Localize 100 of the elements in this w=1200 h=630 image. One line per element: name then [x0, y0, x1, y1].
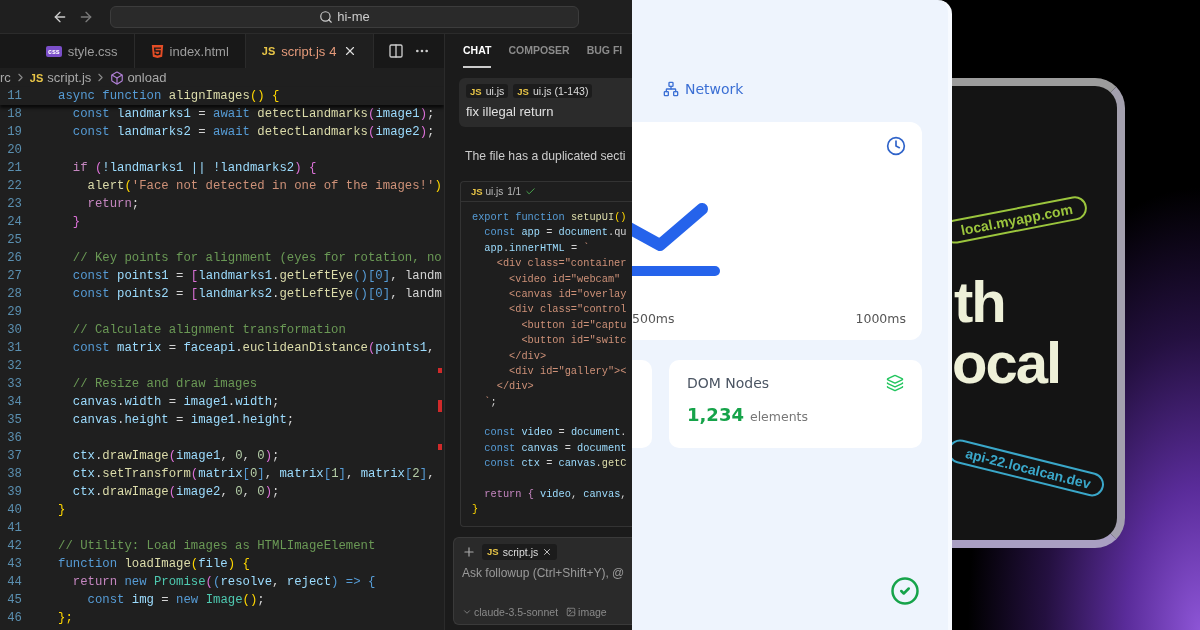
stat-value: 1,234	[687, 404, 744, 425]
split-editor-button[interactable]	[388, 43, 404, 59]
code-line: <div class="control	[508, 303, 627, 316]
editor-tab[interactable]: JS script.js 4	[245, 34, 374, 68]
code-line: <video id="webcam"	[508, 272, 621, 285]
code-line: const landmarks2 = await detectLandmarks(image2);	[71, 124, 435, 141]
search-field[interactable]: hi-me	[110, 5, 579, 28]
code-line: alert('Face not detected in one of the images!')	[86, 178, 442, 195]
line-number: 23	[6, 196, 22, 213]
code-line: function loadImage(file) {	[58, 556, 250, 573]
line-number: 22	[6, 178, 22, 195]
line-number: 33	[6, 376, 22, 393]
code-line: // Resize and draw images	[71, 376, 258, 393]
cube-icon	[110, 70, 125, 85]
followup-input[interactable]: Ask followup (Ctrl+Shift+Y), @	[462, 565, 632, 580]
line-number: 11	[6, 88, 22, 105]
breadcrumb-item[interactable]: onload	[127, 70, 167, 85]
code-line: ctx.drawImage(image1, 0, 0);	[71, 448, 280, 465]
file-chip[interactable]: JS ui.js (1-143)	[513, 84, 593, 98]
line-number: 43	[6, 556, 22, 573]
nav-item[interactable]: Network	[663, 78, 744, 100]
headline-text: ocal	[952, 332, 1062, 394]
line-number: 46	[6, 610, 22, 627]
change-count: 1/1	[507, 186, 522, 197]
line-number: 40	[6, 502, 22, 519]
code-line: }	[58, 502, 66, 519]
line-number: 44	[6, 574, 22, 591]
line-number: 32	[6, 358, 22, 375]
chat-tab[interactable]: COMPOSER	[508, 34, 570, 68]
line-number: 42	[6, 538, 22, 555]
code-line: ctx.setTransform(matrix[0], matrix[1], matrix[2],	[71, 466, 435, 483]
breadcrumb-item[interactable]: JS script.js	[29, 70, 92, 85]
line-number: 26	[6, 250, 22, 267]
line-number: 41	[6, 520, 22, 537]
breadcrumb-item[interactable]: rc	[0, 70, 11, 85]
code-line: return { video, canvas,	[483, 488, 627, 501]
line-number: 18	[6, 106, 22, 123]
line-number: 20	[6, 142, 22, 159]
model-select[interactable]: claude-3.5-sonnet	[462, 606, 559, 618]
line-number: 21	[6, 160, 22, 177]
line-number: 38	[6, 466, 22, 483]
network-icon	[663, 81, 679, 97]
code-line: // Utility: Load images as HTMLImageElement	[58, 538, 376, 555]
code-line: const ctx = canvas.getC	[483, 457, 627, 470]
code-line: canvas.width = image1.width;	[71, 394, 280, 411]
split-icon	[388, 43, 404, 59]
image-icon	[566, 607, 577, 617]
code-line: export function setupUI()	[472, 211, 627, 223]
line-number: 19	[6, 124, 22, 141]
code-line: const points2 = [landmarks2.getLeftEye()[0], landm	[71, 286, 442, 303]
code-line: ctx.drawImage(image2, 0, 0);	[71, 484, 280, 501]
code-line: const video = document.	[483, 426, 627, 439]
code-line: <div class="container	[495, 257, 627, 270]
code-line: return new Promise((resolve, reject) => {	[71, 574, 376, 591]
code-line: const matrix = faceapi.euclideanDistance(points1,	[71, 340, 435, 357]
layers-icon	[886, 374, 904, 392]
code-line: const img = new Image();	[86, 592, 265, 609]
error-marker	[438, 400, 442, 412]
line-number: 35	[6, 412, 22, 429]
error-marker	[438, 444, 442, 450]
search-icon	[319, 9, 334, 24]
line-number: 29	[6, 304, 22, 321]
chat-tab[interactable]: BUG FI	[586, 34, 623, 68]
code-line: </div>	[495, 380, 534, 393]
code-line: <button id="captu	[520, 318, 627, 331]
reply-text: The file has a duplicated secti	[465, 149, 627, 163]
code-line: if (!landmarks1 || !landmarks2) {	[71, 160, 317, 177]
chevron-icon	[462, 607, 472, 617]
code-line: // Calculate alignment transformation	[71, 322, 346, 339]
line-number: 37	[6, 448, 22, 465]
line-number: 39	[6, 484, 22, 501]
line-number: 24	[6, 214, 22, 231]
check-circle-icon	[890, 576, 920, 606]
add-button[interactable]	[462, 544, 476, 559]
code-line: };	[58, 610, 73, 627]
message-text: fix illegal return	[466, 104, 555, 119]
image-button[interactable]: image	[566, 606, 607, 618]
stat-title: DOM Nodes	[687, 375, 770, 391]
code-line: const landmarks1 = await detectLandmarks(image1);	[71, 106, 435, 123]
code-line: </div>	[508, 349, 547, 362]
axis-label: 1000ms	[855, 311, 906, 326]
file-chip[interactable]: JS ui.js	[466, 84, 509, 98]
code-line: app.innerHTML = `	[483, 241, 590, 254]
code-line: async function alignImages() {	[58, 88, 280, 105]
code-line: const canvas = document	[483, 441, 627, 454]
code-line: <canvas id="overlay	[508, 287, 627, 300]
code-line: <button id="switc	[520, 334, 627, 347]
line-number: 25	[6, 232, 22, 249]
chat-tab[interactable]: CHAT	[463, 34, 492, 68]
line-number: 28	[6, 286, 22, 303]
code-line: }	[71, 214, 81, 231]
headline-text: th	[954, 272, 1006, 333]
line-number: 36	[6, 430, 22, 447]
line-number: 27	[6, 268, 22, 285]
code-line: }	[472, 503, 479, 516]
plus-icon	[462, 544, 476, 559]
line-number: 30	[6, 322, 22, 339]
line-number: 31	[6, 340, 22, 357]
close-icon[interactable]	[542, 546, 553, 557]
file-chip[interactable]: JS script.js	[482, 543, 558, 560]
